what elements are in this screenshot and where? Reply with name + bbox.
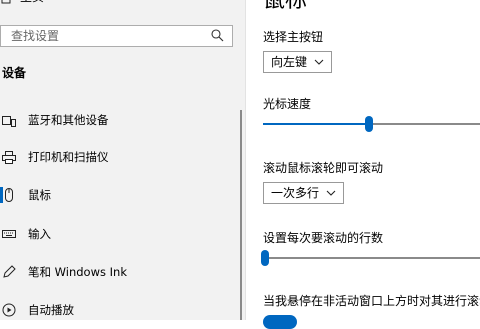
keyboard-icon bbox=[2, 230, 16, 238]
sidebar-item-mouse[interactable]: 鼠标 bbox=[0, 182, 236, 210]
slider-track-fill bbox=[263, 123, 370, 125]
search-placeholder: 查找设置 bbox=[11, 29, 60, 43]
mouse-settings-page: 鼠标 选择主按钮 向左键 光标速度 滚动鼠标滚轮即可滚动 一次多行 设置每次要滚… bbox=[246, 0, 480, 329]
sidebar-home-label: 主页 bbox=[20, 0, 44, 4]
lines-to-scroll-slider[interactable] bbox=[261, 250, 480, 266]
sidebar-item-label: 自动播放 bbox=[28, 303, 74, 317]
autoplay-icon bbox=[2, 303, 16, 317]
slider-thumb[interactable] bbox=[261, 250, 270, 266]
settings-sidebar: 主页 查找设置 设备 蓝牙和其他设备 打印机和扫描仪 鼠标 bbox=[0, 0, 245, 320]
search-input[interactable]: 查找设置 bbox=[0, 25, 233, 47]
search-icon[interactable] bbox=[211, 29, 224, 42]
sidebar-item-label: 笔和 Windows Ink bbox=[28, 265, 127, 279]
sidebar-scrollbar[interactable] bbox=[240, 110, 242, 320]
sidebar-item-label: 鼠标 bbox=[28, 188, 51, 202]
page-title: 鼠标 bbox=[263, 0, 308, 13]
home-icon bbox=[1, 0, 11, 4]
sidebar-item-autoplay[interactable]: 自动播放 bbox=[0, 297, 236, 320]
chevron-down-icon bbox=[314, 59, 324, 65]
scroll-mode-value: 一次多行 bbox=[271, 186, 320, 200]
inactive-scroll-label: 当我悬停在非活动窗口上方时对其进行滚动 bbox=[263, 294, 480, 308]
scroll-mode-label: 滚动鼠标滚轮即可滚动 bbox=[263, 161, 384, 175]
sidebar-section-title: 设备 bbox=[2, 66, 27, 80]
sidebar-item-typing[interactable]: 输入 bbox=[0, 221, 236, 249]
sidebar-item-printers[interactable]: 打印机和扫描仪 bbox=[0, 144, 236, 172]
primary-button-label: 选择主按钮 bbox=[263, 30, 324, 44]
pen-icon bbox=[3, 265, 16, 278]
cursor-speed-label: 光标速度 bbox=[263, 97, 312, 111]
lines-to-scroll-label: 设置每次要滚动的行数 bbox=[263, 231, 384, 245]
inactive-scroll-toggle[interactable] bbox=[263, 315, 297, 329]
cursor-speed-slider[interactable] bbox=[263, 116, 480, 132]
scroll-mode-dropdown[interactable]: 一次多行 bbox=[263, 182, 344, 204]
sidebar-item-label: 蓝牙和其他设备 bbox=[28, 113, 109, 127]
slider-track bbox=[263, 257, 480, 259]
sidebar-item-label: 打印机和扫描仪 bbox=[28, 150, 109, 164]
sidebar-item-label: 输入 bbox=[28, 227, 51, 241]
primary-button-value: 向左键 bbox=[271, 55, 308, 69]
chevron-down-icon bbox=[326, 190, 336, 196]
sidebar-item-bluetooth[interactable]: 蓝牙和其他设备 bbox=[0, 107, 236, 135]
sidebar-item-pen[interactable]: 笔和 Windows Ink bbox=[0, 259, 236, 287]
bluetooth-devices-icon bbox=[2, 116, 16, 127]
mouse-icon bbox=[5, 188, 13, 202]
slider-thumb[interactable] bbox=[365, 116, 374, 132]
primary-button-dropdown[interactable]: 向左键 bbox=[263, 51, 332, 73]
printer-icon bbox=[2, 151, 16, 164]
